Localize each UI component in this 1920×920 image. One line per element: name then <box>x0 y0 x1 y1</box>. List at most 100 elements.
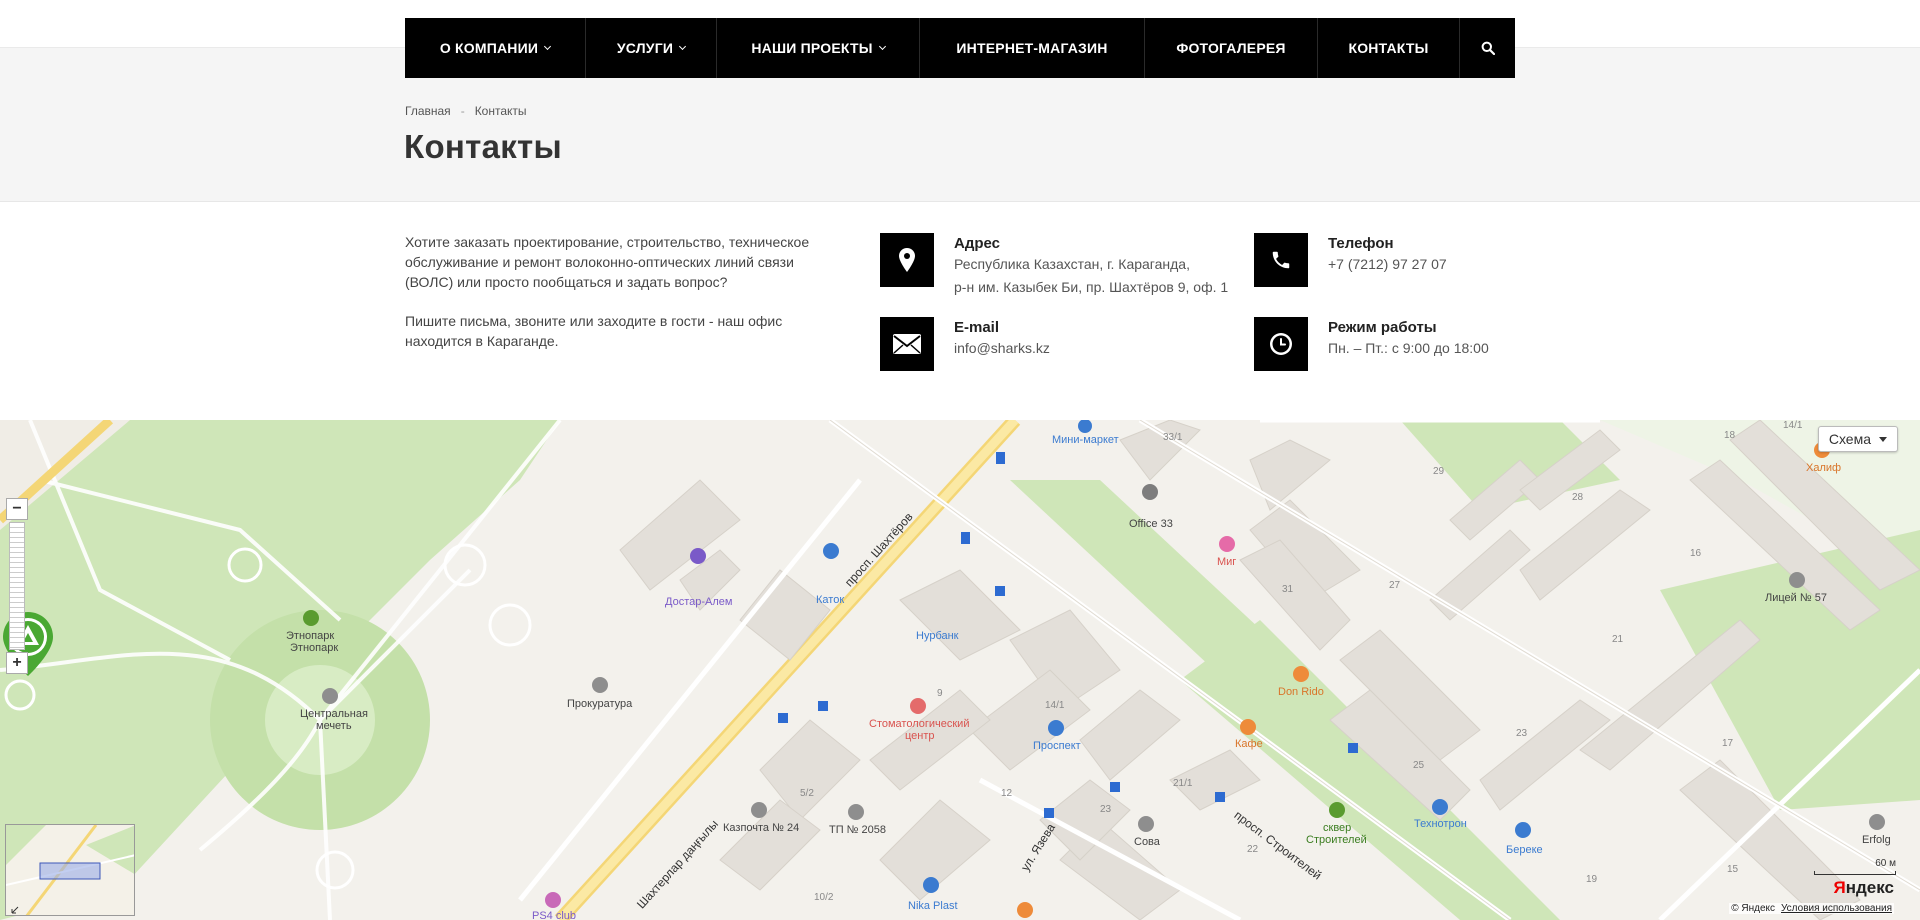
map-label: сквер <box>1323 822 1352 834</box>
clock-icon <box>1270 333 1292 355</box>
nav-item-projects[interactable]: НАШИ ПРОЕКТЫ <box>717 18 920 78</box>
zoom-control: − + <box>6 498 28 674</box>
nav-label: ФОТОГАЛЕРЕЯ <box>1176 40 1286 56</box>
zoom-in-button[interactable]: + <box>6 652 28 674</box>
map-label: Халиф <box>1806 462 1842 474</box>
nav-item-services[interactable]: УСЛУГИ <box>586 18 717 78</box>
email-icon-box <box>880 317 934 371</box>
map-label: 27 <box>1389 580 1401 591</box>
map-label: Миг <box>1217 556 1237 568</box>
yandex-logo[interactable]: Яндекс <box>1834 878 1894 898</box>
map-label: 9 <box>937 688 943 699</box>
map-label: Don Rido <box>1278 686 1324 698</box>
page-title: Контакты <box>404 128 563 165</box>
phone-value[interactable]: +7 (7212) 97 27 07 <box>1328 254 1447 275</box>
map-label: 28 <box>1572 492 1584 503</box>
map-label: 16 <box>1690 548 1702 559</box>
contact-address: Адрес Республика Казахстан, г. Караганда… <box>880 233 1228 298</box>
nav-label: НАШИ ПРОЕКТЫ <box>751 40 873 56</box>
chevron-down-icon <box>1879 436 1887 442</box>
map-label: Erfolg <box>1862 834 1891 846</box>
nav-item-about[interactable]: О КОМПАНИИ <box>405 18 586 78</box>
map-label: центр <box>905 730 935 742</box>
map-label: Строителей <box>1306 834 1367 846</box>
map-label: PS4 club <box>532 910 577 920</box>
map-label: Проспект <box>1033 740 1081 752</box>
map-label: Казпочта № 24 <box>723 822 800 834</box>
map-label: Стоматологический <box>869 718 970 730</box>
map-label: Каток <box>816 594 845 606</box>
breadcrumb-separator: - <box>460 104 465 118</box>
map-label: 33/1 <box>1163 432 1183 443</box>
address-icon-box <box>880 233 934 287</box>
nav-label: О КОМПАНИИ <box>439 40 539 56</box>
map-label: 22 <box>1247 844 1259 855</box>
map-label: 23 <box>1100 804 1112 815</box>
address-line-1: Республика Казахстан, г. Караганда, <box>954 256 1190 272</box>
map-label: ТП № 2058 <box>829 824 887 836</box>
email-value[interactable]: info@sharks.kz <box>954 338 1050 359</box>
map-label: 25 <box>1413 760 1425 771</box>
contact-phone: Телефон +7 (7212) 97 27 07 <box>1254 233 1447 287</box>
nav-item-gallery[interactable]: ФОТОГАЛЕРЕЯ <box>1145 18 1318 78</box>
chevron-down-icon <box>878 42 886 50</box>
map-label: 17 <box>1722 738 1734 749</box>
minimap[interactable] <box>5 824 135 916</box>
map-label: Прокуратура <box>567 698 633 710</box>
yandex-map[interactable]: Мини-маркет 33/1 18 14/1 Халиф Office 33… <box>0 420 1920 920</box>
map-label: Береке <box>1506 844 1543 856</box>
map-label: 23 <box>1516 728 1528 739</box>
map-label: 15 <box>1727 864 1739 875</box>
map-label: Мини-маркет <box>1052 434 1119 446</box>
hours-value: Пн. – Пт.: с 9:00 до 18:00 <box>1328 340 1489 356</box>
intro-text: Хотите заказать проектирование, строител… <box>405 232 835 370</box>
nav-item-shop[interactable]: ИНТЕРНЕТ-МАГАЗИН <box>920 18 1145 78</box>
search-icon <box>1481 41 1495 55</box>
scale-bar <box>1814 871 1896 875</box>
map-canvas <box>0 420 1920 920</box>
search-button[interactable] <box>1460 18 1515 78</box>
minimap-canvas <box>6 825 134 915</box>
phone-icon-box <box>1254 233 1308 287</box>
nav-item-contacts[interactable]: КОНТАКТЫ <box>1318 18 1460 78</box>
map-label: 14/1 <box>1783 420 1803 431</box>
terms-link[interactable]: Условия использования <box>1781 903 1892 914</box>
email-title: E-mail <box>954 319 1000 336</box>
address-title: Адрес <box>954 235 1001 252</box>
map-label: Лицей № 57 <box>1765 592 1827 604</box>
map-label: 29 <box>1433 466 1445 477</box>
map-label: Этнопарк <box>286 630 335 642</box>
breadcrumb-home-link[interactable]: Главная <box>405 104 451 118</box>
map-label: Достар-Алем <box>665 596 733 608</box>
map-label: мечеть <box>316 720 352 732</box>
nav-label: УСЛУГИ <box>616 40 674 56</box>
nav-label: КОНТАКТЫ <box>1348 40 1429 56</box>
map-label: 12 <box>1001 788 1013 799</box>
scale-label: 60 м <box>1875 858 1896 869</box>
map-scale: 60 м <box>1814 858 1896 875</box>
map-label: Нурбанк <box>916 630 959 642</box>
breadcrumb: Главная - Контакты <box>405 104 527 118</box>
map-label: 31 <box>1282 584 1294 595</box>
zoom-slider[interactable] <box>9 522 25 650</box>
chevron-down-icon <box>679 42 687 50</box>
map-label: Этнопарк <box>290 642 339 654</box>
map-label: 18 <box>1724 430 1736 441</box>
map-label: 10/2 <box>814 892 834 903</box>
map-layer-button[interactable]: Схема <box>1817 426 1898 452</box>
phone-icon <box>1272 251 1290 269</box>
contact-hours: Режим работы Пн. – Пт.: с 9:00 до 18:00 <box>1254 317 1489 371</box>
map-label: Центральная <box>300 708 368 720</box>
contact-email: E-mail info@sharks.kz <box>880 317 1050 371</box>
map-layer-label: Схема <box>1828 431 1871 447</box>
address-line-2: р-н им. Казыбек Би, пр. Шахтёров 9, оф. … <box>954 279 1229 295</box>
zoom-out-button[interactable]: − <box>6 498 28 520</box>
map-label: Office 33 <box>1129 518 1173 530</box>
envelope-icon <box>893 334 921 354</box>
map-label: 5/2 <box>800 788 814 799</box>
intro-paragraph-1: Хотите заказать проектирование, строител… <box>405 234 810 290</box>
phone-title: Телефон <box>1328 235 1394 252</box>
hours-title: Режим работы <box>1328 319 1437 336</box>
breadcrumb-current: Контакты <box>474 104 527 118</box>
map-label: 21 <box>1612 634 1624 645</box>
